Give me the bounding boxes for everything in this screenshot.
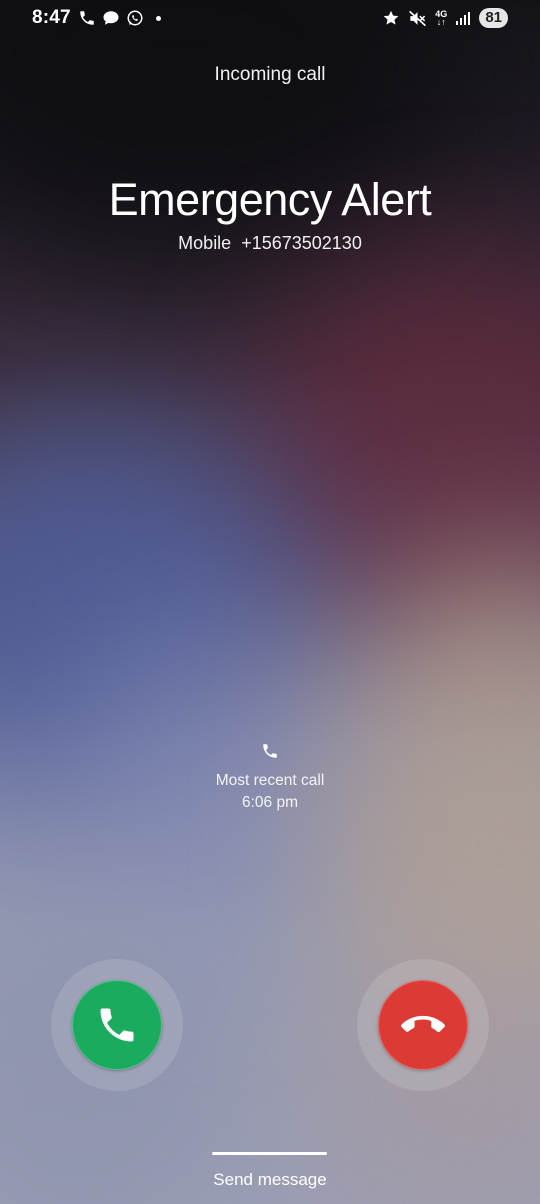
chat-bubble-icon — [102, 9, 120, 27]
send-message-handle[interactable] — [212, 1152, 327, 1155]
status-bar: 8:47 4G ↓↑ 81 — [0, 0, 540, 36]
battery-indicator: 81 — [479, 8, 508, 28]
phone-icon — [95, 1003, 139, 1047]
accept-call-button[interactable] — [72, 980, 162, 1070]
phone-icon — [0, 742, 540, 760]
phone-icon — [78, 9, 96, 27]
caller-number: Mobile +15673502130 — [178, 233, 362, 253]
most-recent-call: Most recent call 6:06 pm — [0, 742, 540, 814]
phone-hangup-icon — [401, 1003, 445, 1047]
accept-call-area — [51, 959, 183, 1091]
status-time: 8:47 — [32, 7, 71, 28]
decline-call-area — [357, 959, 489, 1091]
whatsapp-icon — [126, 9, 144, 27]
caller-name: Emergency Alert — [108, 174, 432, 225]
send-message-button[interactable]: Send message — [0, 1170, 540, 1190]
signal-icon — [455, 10, 471, 26]
notification-dot — [156, 15, 161, 21]
star-icon — [382, 9, 400, 27]
mute-icon — [408, 9, 427, 28]
recent-call-label: Most recent call — [215, 772, 325, 789]
recent-call-time: 6:06 pm — [241, 794, 298, 811]
decline-call-button[interactable] — [378, 980, 468, 1070]
network-4g-icon: 4G ↓↑ — [435, 9, 448, 27]
call-state-label: Incoming call — [214, 64, 326, 85]
